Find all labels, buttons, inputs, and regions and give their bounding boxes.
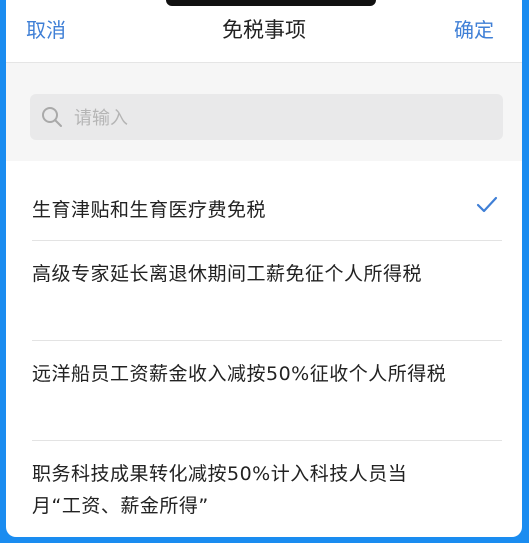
search-input[interactable]: [72, 94, 496, 142]
list-item-label: 职务科技成果转化减按50%计入科技人员当月“工资、薪金所得”: [32, 463, 408, 517]
confirm-button[interactable]: 确定: [454, 16, 494, 44]
header-bar: 取消 免税事项 确定: [6, 0, 522, 63]
list-item-label: 远洋船员工资薪金收入减按50%征收个人所得税: [32, 363, 447, 385]
list-item[interactable]: 远洋船员工资薪金收入减按50%征收个人所得税: [6, 341, 522, 441]
list-item[interactable]: 高级专家延长离退休期间工薪免征个人所得税: [6, 241, 522, 341]
tax-exemption-list: 生育津贴和生育医疗费免税 高级专家延长离退休期间工薪免征个人所得税 远洋船员工资…: [6, 174, 522, 537]
checkmark-icon: [476, 196, 498, 213]
list-item-label: 高级专家延长离退休期间工薪免征个人所得税: [32, 263, 423, 285]
page-title: 免税事项: [222, 18, 306, 42]
search-area: [6, 63, 522, 161]
search-icon: [42, 107, 62, 127]
device-notch: [166, 0, 376, 6]
search-box[interactable]: [30, 94, 503, 142]
list-item[interactable]: 生育津贴和生育医疗费免税: [6, 174, 522, 241]
list-item[interactable]: 职务科技成果转化减按50%计入科技人员当月“工资、薪金所得”: [6, 441, 522, 537]
picker-panel: 取消 免税事项 确定 生育津贴和生育医疗费免税 高级专家延长离退休期间工薪免征个…: [6, 0, 522, 537]
list-item-label: 生育津贴和生育医疗费免税: [32, 199, 267, 221]
